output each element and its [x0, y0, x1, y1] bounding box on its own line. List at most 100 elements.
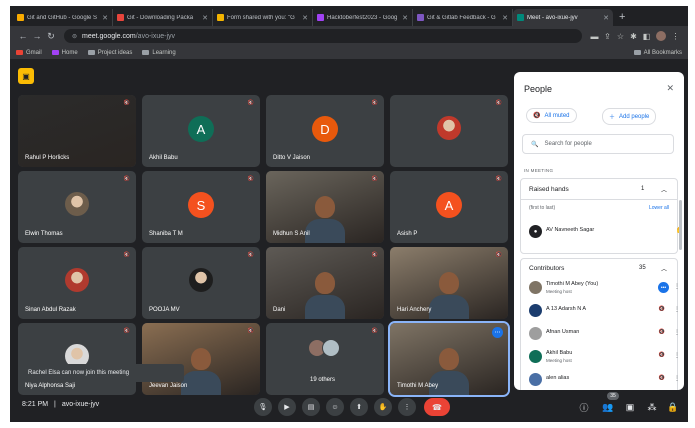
bookmarks-bar: Gmail Home Project ideas Learning All Bo… — [10, 46, 688, 60]
url-field[interactable]: ⊜ meet.google.com/avo-ixue-jyv — [64, 29, 582, 43]
raised-hands-label: Raised hands — [529, 186, 569, 193]
contributor-row[interactable]: A 13 Adarsh N A 🔇 ⋮ — [529, 302, 683, 322]
add-people-button[interactable]: ＋ Add people — [602, 108, 657, 125]
participant-tile[interactable]: 🔇 Midhun S Anil — [266, 171, 384, 243]
participant-tile[interactable]: 🔇 Sinan Abdul Razak — [18, 247, 136, 319]
emoji-button[interactable]: ☺ — [326, 398, 344, 416]
tab-1[interactable]: Git - Downloading Packa ✕ — [113, 9, 213, 26]
participant-tile[interactable]: A 🔇 Asish P — [390, 171, 508, 243]
people-button[interactable]: 👥 — [600, 399, 616, 415]
more-options-button[interactable]: ⋮ — [398, 398, 416, 416]
participant-tile[interactable]: 🔇 Jeevan Jaison — [142, 323, 260, 395]
host-controls-button[interactable]: 🔒 — [665, 399, 681, 415]
tab-0[interactable]: Git and GitHub - Google S ✕ — [13, 9, 113, 26]
participant-tile[interactable]: 🔇 Niya Alphonsa Saji — [18, 323, 136, 395]
reload-icon[interactable]: ↻ — [44, 31, 58, 42]
profile-avatar[interactable] — [656, 31, 666, 41]
contributor-row[interactable]: Akhil Babu Meeting host 🔇 ⋮ — [529, 348, 683, 368]
new-tab-button[interactable]: + — [619, 11, 625, 23]
chat-button[interactable]: ▣ — [622, 399, 638, 415]
avatar: A — [436, 192, 462, 218]
forward-icon[interactable]: → — [30, 31, 44, 41]
close-icon[interactable]: ✕ — [666, 83, 674, 94]
camera-button[interactable]: ▶ — [278, 398, 296, 416]
participant-tile[interactable]: S 🔇 Shaniba T M — [142, 171, 260, 243]
mic-off-icon: 🔇 — [371, 328, 378, 334]
share-icon[interactable]: ⇪ — [601, 32, 614, 41]
mic-off-icon[interactable]: 🔇 — [659, 306, 665, 312]
raise-hand-button[interactable]: ✋ — [374, 398, 392, 416]
site-info-icon[interactable]: ⊜ — [72, 33, 77, 40]
extensions-icon[interactable]: ✱ — [627, 32, 640, 41]
leave-call-button[interactable]: ☎ — [424, 398, 450, 416]
control-bar: 8:21 PM | avo-ixue-jyv 🎙 ▶ ▤ ☺ ⬆ ✋ ⋮ ☎ ⓘ… — [10, 390, 688, 422]
close-icon[interactable]: ✕ — [402, 14, 408, 22]
people-panel: People ✕ 🔇 All muted ＋ Add people 🔍 Search … — [514, 72, 684, 390]
panel-scrollbar[interactable] — [679, 200, 682, 250]
others-avatars — [308, 339, 340, 357]
end-call-icon: ☎ — [432, 402, 442, 412]
participant-name: 19 others — [310, 377, 336, 383]
chevron-up-icon[interactable]: ︿ — [661, 185, 667, 194]
activities-button[interactable]: ⁂ — [644, 399, 660, 415]
bookmark-project-ideas[interactable]: Project ideas — [87, 50, 132, 56]
tab-5[interactable]: Meet - avo-ixue-jyv ✕ — [513, 9, 613, 26]
search-people-input[interactable]: 🔍 Search for people — [522, 134, 674, 154]
tab-2[interactable]: Form shared with you: "G ✕ — [213, 9, 313, 26]
more-vert-icon[interactable]: ⋮ — [674, 283, 680, 290]
camera-icon: ▶ — [284, 404, 290, 411]
participant-tile[interactable]: A 🔇 Akhil Babu — [142, 95, 260, 167]
browser-window: Git and GitHub - Google S ✕ Git - Download… — [10, 6, 688, 422]
contributor-row[interactable]: Afnan Usman 🔇 ⋮ — [529, 325, 683, 345]
more-options-icon[interactable]: ⋯ — [492, 327, 503, 338]
avatar — [529, 373, 542, 386]
participant-tile[interactable]: 🔇 Rahul P Horlicks — [18, 95, 136, 167]
mic-off-icon[interactable]: 🔇 — [659, 375, 665, 381]
meeting-details-button[interactable]: ⓘ — [576, 399, 592, 415]
menu-icon[interactable]: ⋮ — [669, 32, 682, 41]
more-vert-icon[interactable]: ⋮ — [674, 352, 680, 359]
bookmark-learning[interactable]: Learning — [142, 50, 176, 56]
mic-button[interactable]: 🎙 — [254, 398, 272, 416]
close-icon[interactable]: ✕ — [603, 14, 609, 22]
close-icon[interactable]: ✕ — [502, 14, 508, 22]
more-vert-icon[interactable]: ⋮ — [674, 375, 680, 382]
bookmark-star-icon[interactable]: ☆ — [614, 32, 627, 41]
present-button[interactable]: ⬆ — [350, 398, 368, 416]
avatar — [529, 281, 542, 294]
bookmark-gmail[interactable]: Gmail — [16, 50, 42, 56]
participant-tile[interactable]: 🔇 Hari Anchery — [390, 247, 508, 319]
participant-tile[interactable]: 🔇 POOJA MV — [142, 247, 260, 319]
more-vert-icon[interactable]: ⋮ — [674, 306, 680, 313]
participant-tile[interactable]: D 🔇 Ditto V Jaison — [266, 95, 384, 167]
close-icon[interactable]: ✕ — [302, 14, 308, 22]
tab-3[interactable]: Hacktoberfest2023 - Goog ✕ — [313, 9, 413, 26]
close-icon[interactable]: ✕ — [202, 14, 208, 22]
raised-hand-row[interactable]: ● AV Navneeth Sagar ✋ — [529, 223, 683, 243]
mic-off-icon[interactable]: 🔇 — [659, 329, 665, 335]
camera-in-use-icon[interactable]: ▬ — [588, 32, 601, 41]
avatar — [322, 339, 340, 357]
participant-tile[interactable]: 🔇 Elwin Thomas — [18, 171, 136, 243]
back-icon[interactable]: ← — [16, 31, 30, 41]
participant-tile[interactable]: 🔇 Dani — [266, 247, 384, 319]
all-muted-button[interactable]: 🔇 All muted — [526, 108, 577, 123]
tab-4[interactable]: Git & Gitlab Feedback - G ✕ — [413, 9, 513, 26]
captions-button[interactable]: ▤ — [302, 398, 320, 416]
participant-tile[interactable]: 🔇 19 others — [266, 323, 384, 395]
sidepanel-icon[interactable]: ◧ — [640, 32, 653, 41]
close-icon[interactable]: ✕ — [102, 14, 108, 22]
bookmark-home[interactable]: Home — [51, 50, 78, 56]
mic-off-icon[interactable]: 🔇 — [659, 352, 665, 358]
participant-tile[interactable]: 🔇 — [390, 95, 508, 167]
toast-notification: Rachel Elsa can now join this meeting — [18, 364, 184, 382]
lower-all-button[interactable]: Lower all — [649, 205, 669, 211]
contributor-row[interactable]: Timothi M Abey (You) Meeting host ••• ⋮ — [529, 279, 683, 299]
address-bar-row: ← → ↻ ⊜ meet.google.com/avo-ixue-jyv ▬ ⇪… — [10, 26, 688, 46]
participant-tile[interactable]: 🔇⋯Timothi M Abey — [388, 321, 510, 397]
more-vert-icon[interactable]: ⋮ — [674, 329, 680, 336]
chevron-up-icon[interactable]: ︿ — [661, 264, 667, 273]
contributor-row[interactable]: alen alias 🔇 ⋮ — [529, 371, 683, 390]
host-badge: Meeting host — [546, 358, 572, 363]
all-bookmarks[interactable]: All Bookmarks — [633, 50, 682, 56]
